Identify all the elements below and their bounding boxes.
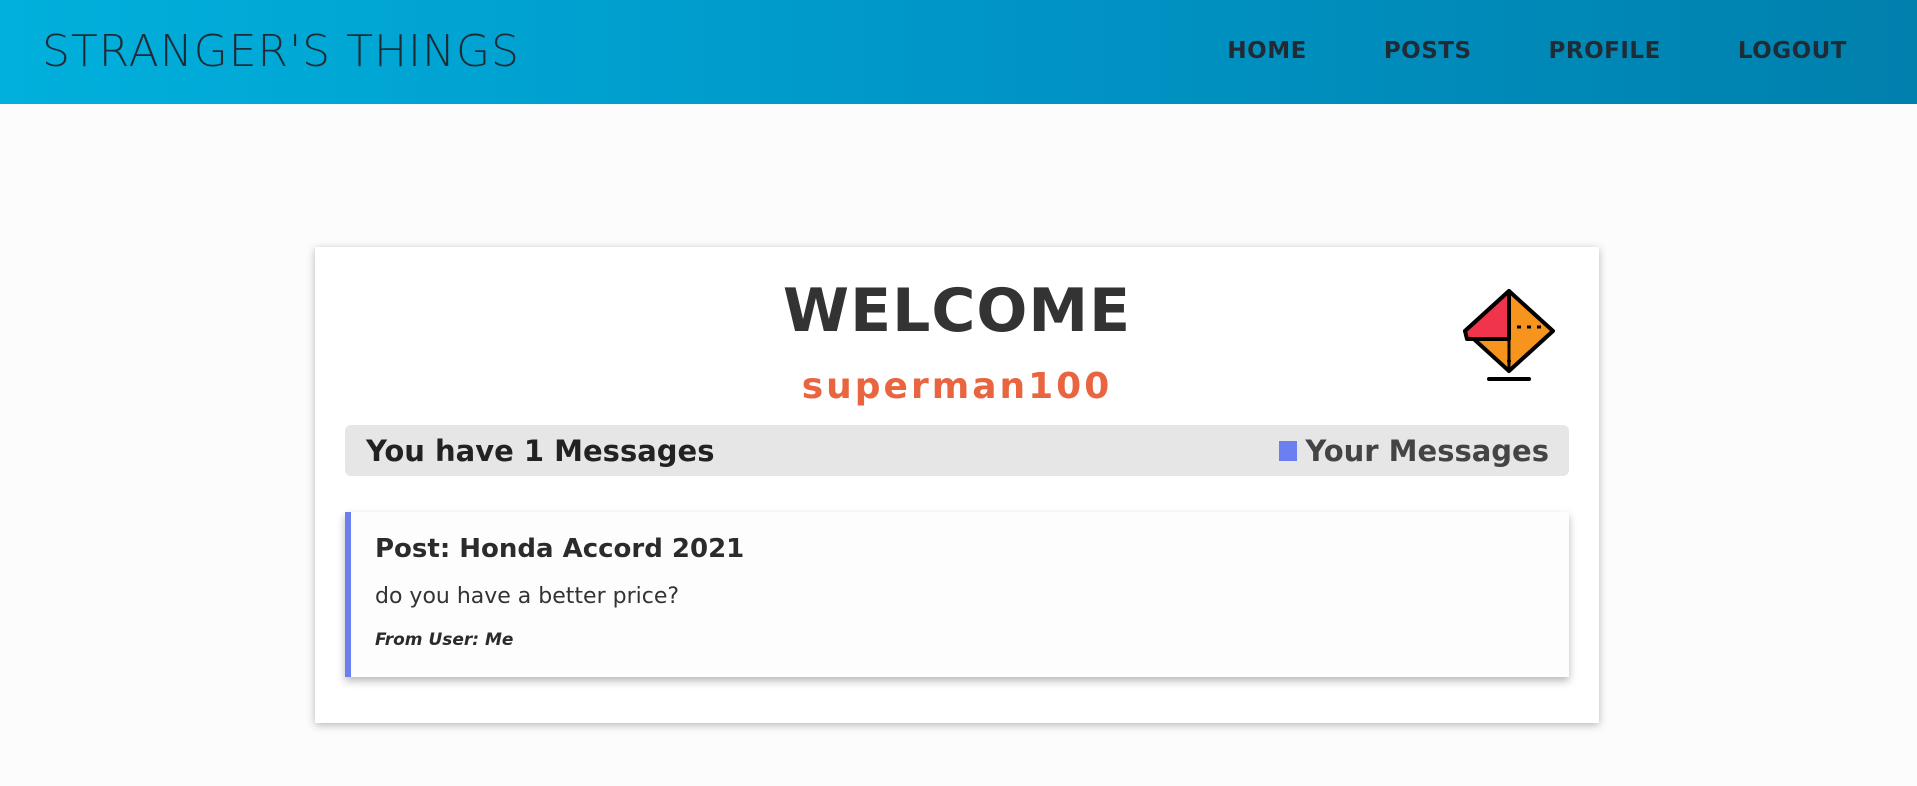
nav-home-link[interactable]: HOME [1227,36,1306,66]
username-label: superman100 [801,366,1113,407]
top-navbar: STRANGER'S THINGS HOME POSTS PROFILE LOG… [0,0,1917,104]
message-item: Post: Honda Accord 2021 do you have a be… [345,512,1569,677]
your-messages-label: Your Messages [1305,434,1549,468]
blue-square-icon [1279,441,1298,461]
welcome-heading: WELCOME [782,276,1132,346]
nav-logout-link[interactable]: LOGOUT [1738,36,1847,66]
site-brand[interactable]: STRANGER'S THINGS [42,26,520,78]
nav-posts-link[interactable]: POSTS [1384,36,1472,66]
messages-bar: You have 1 Messages Your Messages [345,425,1569,476]
message-from-user: From User: Me [375,630,514,650]
message-count-text: You have 1 Messages [366,434,715,468]
nav-profile-link[interactable]: PROFILE [1549,36,1661,66]
message-content: do you have a better price? [375,584,680,609]
profile-card: WELCOME superman100 You have 1 Messages … [315,247,1599,723]
mail-envelope-icon [1463,289,1555,381]
your-messages-toggle[interactable]: Your Messages [1279,433,1549,469]
message-post-title: Post: Honda Accord 2021 [375,534,745,564]
nav-links: HOME POSTS PROFILE LOGOUT [1227,36,1847,66]
